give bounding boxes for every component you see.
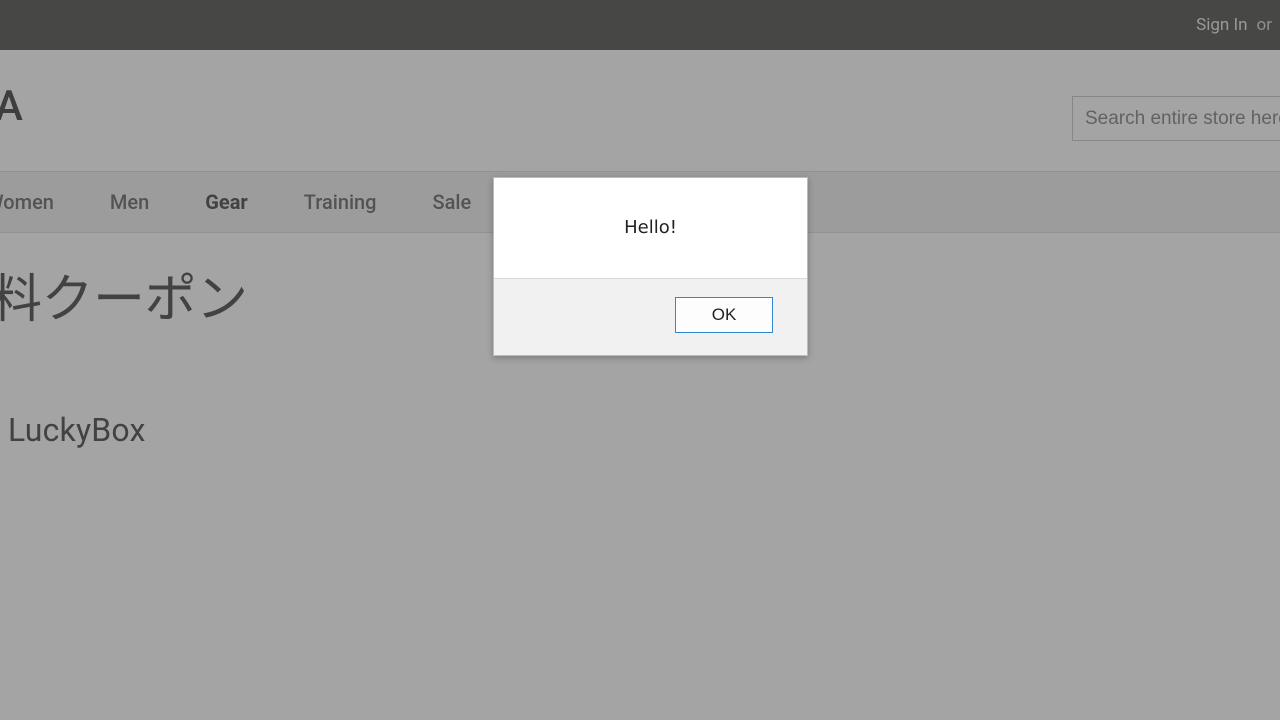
alert-dialog: Hello! OK bbox=[493, 177, 808, 356]
modal-overlay[interactable] bbox=[0, 0, 1280, 720]
alert-footer: OK bbox=[494, 278, 807, 355]
alert-message: Hello! bbox=[494, 178, 807, 278]
ok-button[interactable]: OK bbox=[675, 297, 773, 333]
